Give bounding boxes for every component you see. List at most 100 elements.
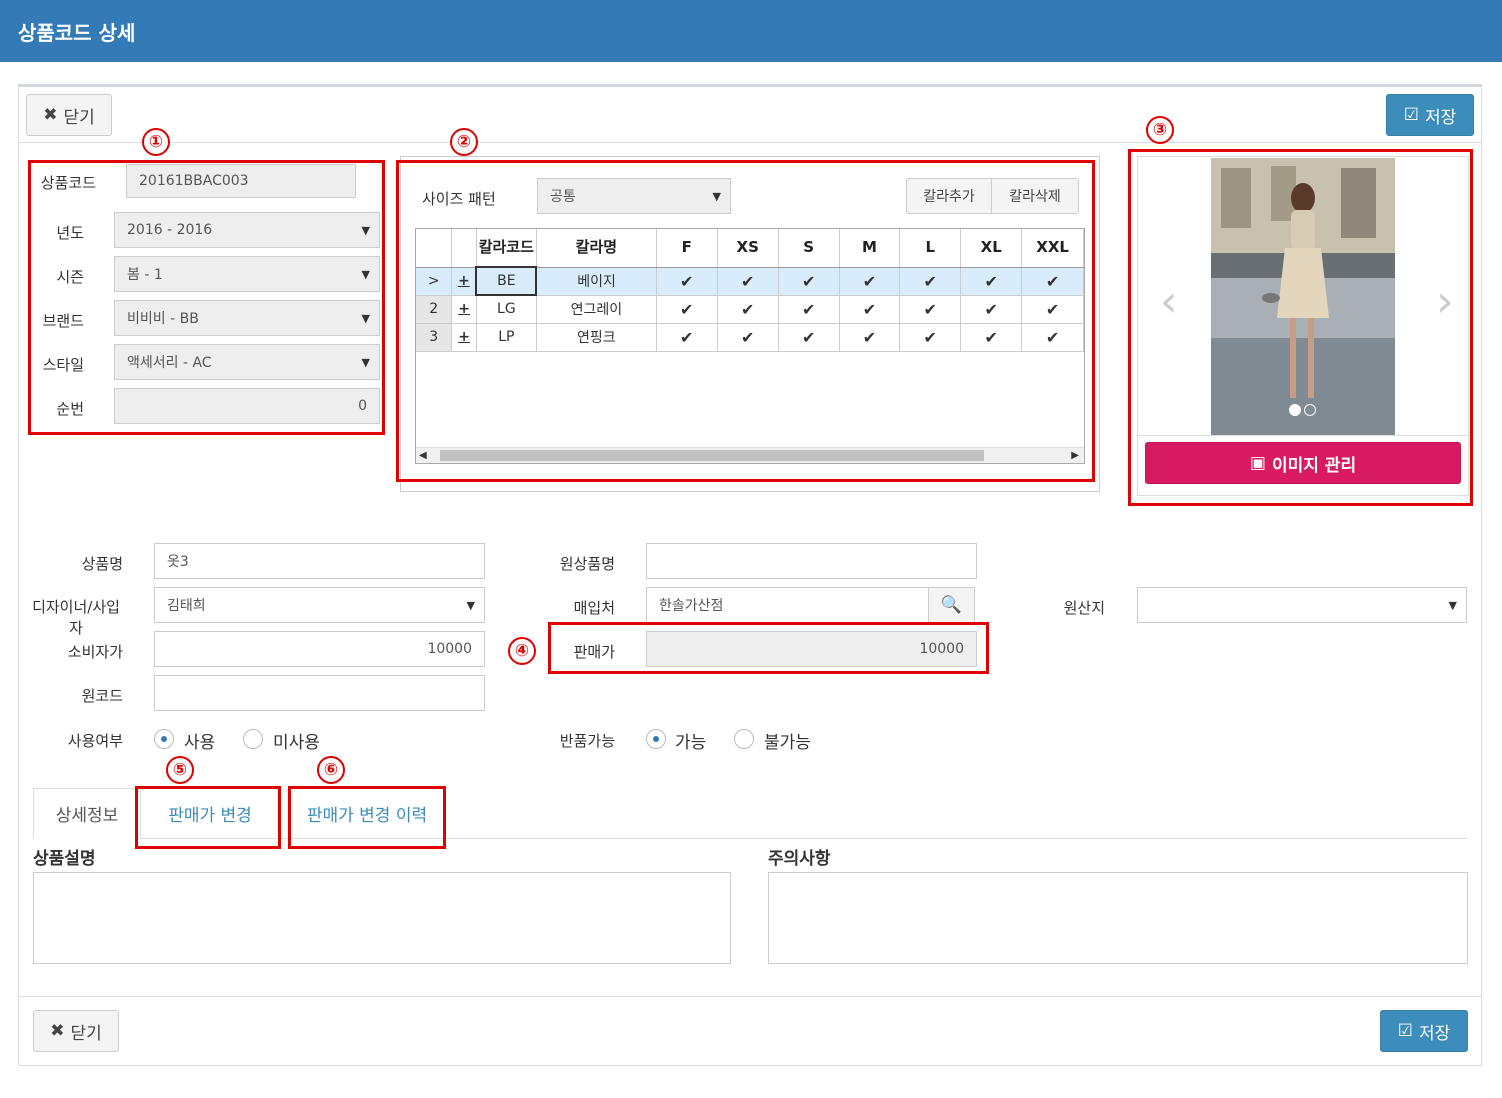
- style-select[interactable]: 액세서리 - AC ▼: [114, 344, 380, 380]
- product-image: [1211, 158, 1395, 435]
- caution-label: 주의사항: [768, 849, 831, 869]
- add-color-button[interactable]: 칼라추가: [906, 178, 992, 214]
- orig-name-input[interactable]: [646, 543, 977, 579]
- add-row-icon[interactable]: +: [451, 267, 477, 296]
- check-icon[interactable]: ✔: [1021, 267, 1084, 296]
- season-label: 시즌: [56, 268, 84, 286]
- check-icon[interactable]: ✔: [656, 295, 718, 324]
- close-button-top[interactable]: ✖ 닫기: [26, 94, 112, 136]
- image-manage-button[interactable]: ▣ 이미지 관리: [1145, 442, 1461, 484]
- use-no-radio[interactable]: [243, 729, 263, 749]
- origin-select[interactable]: ▼: [1137, 587, 1467, 623]
- buy-label: 매입처: [573, 599, 615, 617]
- product-desc-textarea[interactable]: [33, 872, 731, 964]
- table-row[interactable]: 2 + LG 연그레이 ✔ ✔ ✔ ✔ ✔ ✔ ✔: [416, 295, 1084, 324]
- horizontal-scrollbar[interactable]: ◀ ▶: [416, 447, 1084, 463]
- brand-label: 브랜드: [42, 312, 84, 330]
- marker-4: ④: [508, 637, 536, 665]
- check-icon[interactable]: ✔: [839, 295, 901, 324]
- row-indicator: 3: [416, 323, 453, 352]
- tab-sale-price-change[interactable]: 판매가 변경: [143, 788, 277, 839]
- next-image-icon[interactable]: ›: [1436, 280, 1454, 324]
- product-name-input[interactable]: 옷3: [154, 543, 485, 579]
- row-indicator: >: [416, 267, 453, 296]
- check-icon[interactable]: ✔: [717, 267, 779, 296]
- color-name-cell[interactable]: 연핑크: [536, 323, 657, 352]
- season-value: 봄 - 1: [127, 267, 163, 283]
- row-indicator: 2: [416, 295, 453, 324]
- add-row-icon[interactable]: +: [451, 323, 477, 352]
- tab-sale-price-history[interactable]: 판매가 변경 이력: [291, 788, 443, 839]
- color-code-cell[interactable]: BE: [475, 266, 538, 296]
- check-icon[interactable]: ✔: [899, 267, 962, 296]
- color-code-header: 칼라코드: [476, 229, 537, 268]
- check-icon[interactable]: ✔: [1021, 323, 1084, 352]
- prev-image-icon[interactable]: ‹: [1160, 280, 1178, 324]
- check-icon[interactable]: ✔: [778, 323, 840, 352]
- consumer-price-input[interactable]: 10000: [154, 631, 485, 667]
- carousel-dot-active[interactable]: [1289, 404, 1301, 416]
- scroll-right-icon[interactable]: ▶: [1071, 450, 1079, 461]
- size-pattern-label: 사이즈 패턴: [422, 190, 496, 208]
- save-button-top[interactable]: ☑ 저장: [1386, 94, 1474, 136]
- check-icon[interactable]: ✔: [960, 295, 1023, 324]
- check-icon[interactable]: ✔: [778, 267, 840, 296]
- size-pattern-select[interactable]: 공통 ▼: [537, 178, 731, 214]
- orig-name-label: 원상품명: [559, 555, 615, 573]
- check-icon[interactable]: ✔: [960, 323, 1023, 352]
- consumer-price-label: 소비자가: [67, 643, 123, 661]
- return-yes-radio[interactable]: [646, 729, 666, 749]
- year-select[interactable]: 2016 - 2016 ▼: [114, 212, 380, 248]
- brand-value: 비비비 - BB: [127, 311, 199, 327]
- check-icon[interactable]: ✔: [899, 295, 962, 324]
- check-icon[interactable]: ✔: [717, 323, 779, 352]
- product-code-label: 상품코드: [40, 174, 96, 192]
- color-code-cell[interactable]: LP: [476, 323, 537, 352]
- color-name-cell[interactable]: 베이지: [536, 267, 657, 296]
- check-icon[interactable]: ✔: [839, 267, 901, 296]
- save-button-bottom[interactable]: ☑ 저장: [1380, 1010, 1468, 1052]
- buy-input[interactable]: 한솔가산점: [646, 587, 929, 623]
- size-header: M: [839, 229, 901, 268]
- close-icon: ✖: [50, 1021, 65, 1041]
- check-icon[interactable]: ✔: [899, 323, 962, 352]
- table-row[interactable]: > + BE 베이지 ✔ ✔ ✔ ✔ ✔ ✔ ✔: [416, 266, 1084, 296]
- chevron-down-icon: ▼: [361, 356, 370, 369]
- orig-code-label: 원코드: [81, 687, 123, 705]
- scroll-left-icon[interactable]: ◀: [419, 450, 427, 461]
- delete-color-button[interactable]: 칼라삭제: [991, 178, 1079, 214]
- scrollbar-thumb[interactable]: [440, 450, 984, 461]
- caution-textarea[interactable]: [768, 872, 1468, 964]
- tab-detail-info[interactable]: 상세정보: [33, 788, 141, 839]
- size-pattern-value: 공통: [550, 189, 576, 205]
- color-name-cell[interactable]: 연그레이: [536, 295, 657, 324]
- table-row[interactable]: 3 + LP 연핑크 ✔ ✔ ✔ ✔ ✔ ✔ ✔: [416, 323, 1084, 352]
- chevron-down-icon: ▼: [712, 190, 721, 203]
- check-icon[interactable]: ✔: [778, 295, 840, 324]
- color-size-grid[interactable]: 칼라코드 칼라명 F XS S M L XL XXL > + BE 베이지 ✔ …: [415, 228, 1085, 464]
- search-button[interactable]: 🔍: [928, 587, 975, 623]
- search-icon: 🔍: [940, 595, 963, 615]
- image-divider: [1137, 435, 1469, 436]
- check-icon[interactable]: ✔: [839, 323, 901, 352]
- add-row-icon[interactable]: +: [451, 295, 477, 324]
- check-icon[interactable]: ✔: [960, 267, 1023, 296]
- season-select[interactable]: 봄 - 1 ▼: [114, 256, 380, 292]
- color-code-cell[interactable]: LG: [476, 295, 537, 324]
- close-icon: ✖: [43, 105, 58, 125]
- window-title: 상품코드 상세: [0, 0, 1502, 62]
- brand-select[interactable]: 비비비 - BB ▼: [114, 300, 380, 336]
- orig-code-input[interactable]: [154, 675, 485, 711]
- product-desc-label: 상품설명: [33, 849, 96, 869]
- check-icon[interactable]: ✔: [656, 323, 718, 352]
- marker-5: ⑤: [166, 756, 194, 784]
- close-button-bottom[interactable]: ✖ 닫기: [33, 1010, 119, 1052]
- return-no-radio[interactable]: [734, 729, 754, 749]
- use-yes-radio[interactable]: [154, 729, 174, 749]
- close-label: 닫기: [70, 1023, 102, 1044]
- carousel-dot[interactable]: [1304, 404, 1316, 416]
- check-icon[interactable]: ✔: [1021, 295, 1084, 324]
- check-icon[interactable]: ✔: [656, 267, 718, 296]
- check-icon[interactable]: ✔: [717, 295, 779, 324]
- designer-select[interactable]: 김태희 ▼: [154, 587, 485, 623]
